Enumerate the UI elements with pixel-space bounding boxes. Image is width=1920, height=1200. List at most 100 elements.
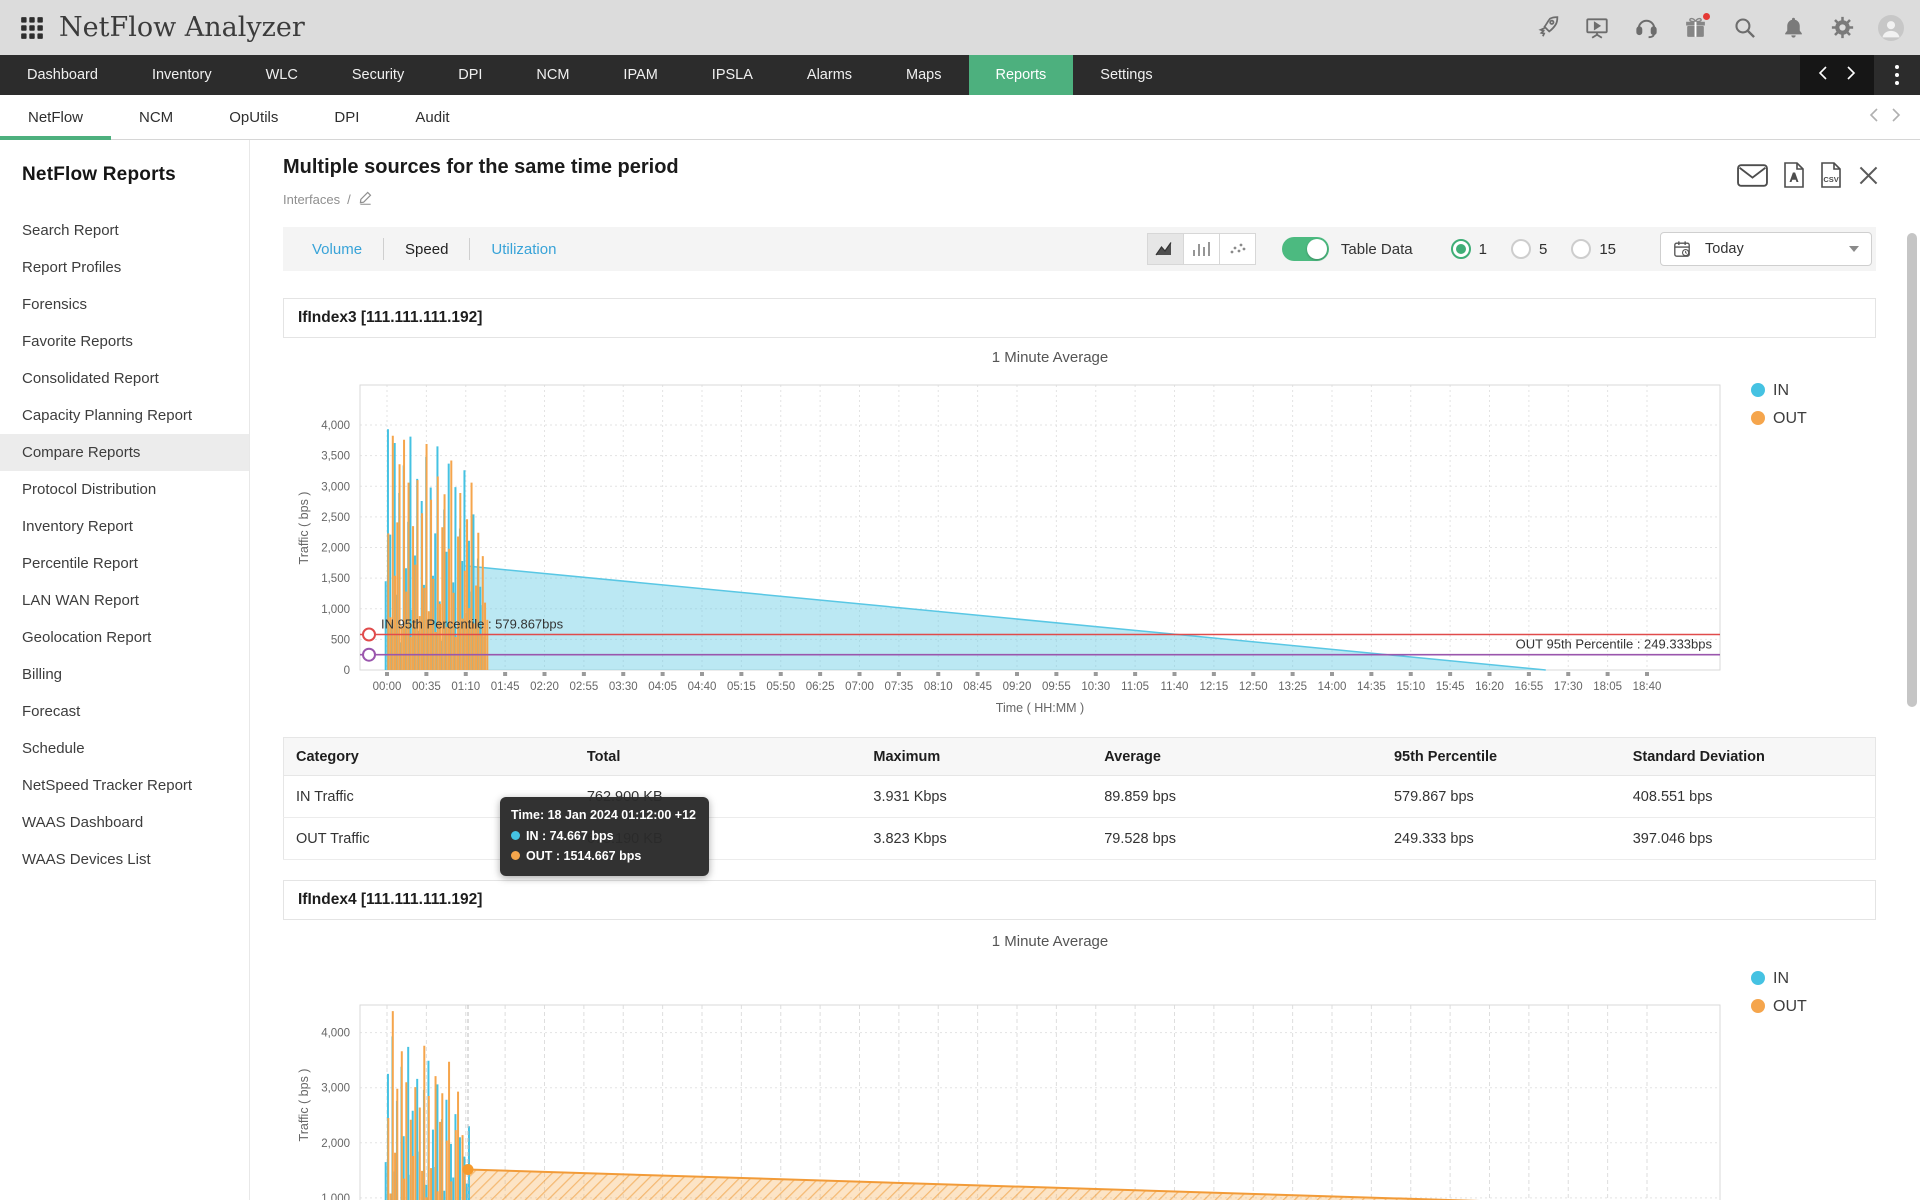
svg-text:3,500: 3,500 [321, 451, 350, 463]
nav-item-maps[interactable]: Maps [879, 55, 968, 95]
svg-text:00:35: 00:35 [412, 681, 441, 693]
nav-item-settings[interactable]: Settings [1073, 55, 1179, 95]
breadcrumb-interfaces-link[interactable]: Interfaces [283, 192, 340, 207]
svg-text:03:30: 03:30 [609, 681, 638, 693]
svg-text:1,000: 1,000 [321, 604, 350, 616]
edit-report-pencil-icon[interactable] [358, 190, 373, 208]
nav-item-alarms[interactable]: Alarms [780, 55, 879, 95]
area-chart-button[interactable] [1147, 233, 1184, 265]
scatter-chart-button[interactable] [1219, 233, 1256, 265]
svg-text:OUT: OUT [1773, 998, 1807, 1015]
subnav-tab-audit[interactable]: Audit [387, 95, 477, 139]
chart-type-button-group [1147, 233, 1256, 265]
support-headset-icon[interactable] [1633, 15, 1659, 41]
svg-text:OUT: OUT [1773, 410, 1807, 427]
subnav-tab-dpi[interactable]: DPI [306, 95, 387, 139]
svg-text:Traffic ( bps ): Traffic ( bps ) [297, 492, 311, 565]
subnav-tab-oputils[interactable]: OpUtils [201, 95, 306, 139]
nav-item-dashboard[interactable]: Dashboard [0, 55, 125, 95]
nav-item-dpi[interactable]: DPI [431, 55, 509, 95]
nav-item-inventory[interactable]: Inventory [125, 55, 239, 95]
sidebar-item-report-profiles[interactable]: Report Profiles [0, 249, 249, 286]
sidebar-item-schedule[interactable]: Schedule [0, 730, 249, 767]
interval-radio-5[interactable]: 5 [1511, 239, 1547, 259]
svg-text:Traffic ( bps ): Traffic ( bps ) [297, 1069, 311, 1142]
sidebar-item-search-report[interactable]: Search Report [0, 212, 249, 249]
sidebar-item-favorite-reports[interactable]: Favorite Reports [0, 323, 249, 360]
svg-text:02:20: 02:20 [530, 681, 559, 693]
svg-text:07:00: 07:00 [845, 681, 874, 693]
nav-scroll-right-icon[interactable] [1845, 65, 1857, 86]
svg-text:14:00: 14:00 [1318, 681, 1347, 693]
nav-item-ipam[interactable]: IPAM [596, 55, 684, 95]
date-range-picker[interactable]: Today [1660, 232, 1872, 266]
interval-radio-1[interactable]: 1 [1451, 239, 1487, 259]
svg-text:11:40: 11:40 [1161, 681, 1189, 693]
legend-item-in[interactable]: IN [1751, 382, 1789, 399]
sidebar-item-netspeed-tracker-report[interactable]: NetSpeed Tracker Report [0, 767, 249, 804]
nav-item-ipsla[interactable]: IPSLA [685, 55, 780, 95]
table-cell: 89.859 bps [1092, 776, 1382, 818]
svg-text:16:20: 16:20 [1475, 681, 1504, 693]
legend-item-out[interactable]: OUT [1751, 998, 1807, 1015]
close-report-icon[interactable] [1857, 164, 1880, 187]
svg-text:4,000: 4,000 [321, 420, 350, 432]
page-title: Multiple sources for the same time perio… [283, 156, 679, 179]
svg-text:1 Minute Average: 1 Minute Average [992, 933, 1108, 950]
report-tab-utilization[interactable]: Utilization [470, 241, 577, 258]
sidebar-item-forecast[interactable]: Forecast [0, 693, 249, 730]
nav-item-wlc[interactable]: WLC [239, 55, 325, 95]
sidebar-item-protocol-distribution[interactable]: Protocol Distribution [0, 471, 249, 508]
bar-chart-button[interactable] [1183, 233, 1220, 265]
sidebar-item-compare-reports[interactable]: Compare Reports [0, 434, 249, 471]
table-data-toggle[interactable] [1282, 237, 1329, 261]
rocket-icon[interactable] [1535, 15, 1561, 41]
sidebar-item-percentile-report[interactable]: Percentile Report [0, 545, 249, 582]
search-icon[interactable] [1731, 15, 1757, 41]
svg-text:06:25: 06:25 [806, 681, 835, 693]
sidebar-item-geolocation-report[interactable]: Geolocation Report [0, 619, 249, 656]
table-header-standard-deviation: Standard Deviation [1621, 738, 1876, 776]
legend-item-in[interactable]: IN [1751, 970, 1789, 987]
report-tab-speed[interactable]: Speed [384, 241, 469, 258]
vertical-scrollbar[interactable] [1907, 233, 1917, 707]
svg-text:Time ( HH:MM ): Time ( HH:MM ) [996, 701, 1084, 715]
settings-gear-icon[interactable] [1829, 15, 1855, 41]
sidebar-item-lan-wan-report[interactable]: LAN WAN Report [0, 582, 249, 619]
whats-new-gift-icon[interactable] [1682, 15, 1708, 41]
sidebar-item-capacity-planning-report[interactable]: Capacity Planning Report [0, 397, 249, 434]
nav-more-kebab-icon[interactable] [1874, 55, 1920, 95]
breadcrumb-separator: / [347, 192, 351, 207]
svg-text:IN 95th Percentile : 579.867bp: IN 95th Percentile : 579.867bps [381, 617, 564, 632]
sidebar-item-consolidated-report[interactable]: Consolidated Report [0, 360, 249, 397]
sidebar-item-waas-devices-list[interactable]: WAAS Devices List [0, 841, 249, 878]
subnav-tab-ncm[interactable]: NCM [111, 95, 201, 139]
presentation-icon[interactable] [1584, 15, 1610, 41]
app-title: NetFlow Analyzer [59, 12, 305, 43]
legend-item-out[interactable]: OUT [1751, 410, 1807, 427]
export-pdf-icon[interactable] [1783, 162, 1805, 188]
subnav-scroll-left-icon[interactable] [1868, 107, 1880, 128]
svg-text:13:25: 13:25 [1278, 681, 1307, 693]
export-csv-icon[interactable]: CSV [1820, 162, 1842, 188]
sidebar-item-inventory-report[interactable]: Inventory Report [0, 508, 249, 545]
svg-text:OUT 95th Percentile : 249.333b: OUT 95th Percentile : 249.333bps [1516, 637, 1713, 652]
sidebar-item-billing[interactable]: Billing [0, 656, 249, 693]
nav-item-security[interactable]: Security [325, 55, 431, 95]
nav-scroll-left-icon[interactable] [1817, 65, 1829, 86]
sidebar-item-forensics[interactable]: Forensics [0, 286, 249, 323]
svg-text:IN: IN [1773, 970, 1789, 987]
interval-radio-15[interactable]: 15 [1571, 239, 1616, 259]
subnav-tab-netflow[interactable]: NetFlow [0, 95, 111, 139]
email-report-icon[interactable] [1737, 164, 1768, 187]
nav-item-reports[interactable]: Reports [969, 55, 1074, 95]
report-toolbar: VolumeSpeedUtilization Table Data 1515 T… [283, 227, 1876, 271]
sidebar-item-waas-dashboard[interactable]: WAAS Dashboard [0, 804, 249, 841]
notifications-bell-icon[interactable] [1780, 15, 1806, 41]
svg-text:15:10: 15:10 [1396, 681, 1425, 693]
report-tab-volume[interactable]: Volume [291, 241, 383, 258]
user-avatar[interactable] [1878, 15, 1904, 41]
nav-item-ncm[interactable]: NCM [509, 55, 596, 95]
subnav-scroll-right-icon[interactable] [1890, 107, 1902, 128]
app-launcher-waffle-icon[interactable] [19, 15, 45, 41]
